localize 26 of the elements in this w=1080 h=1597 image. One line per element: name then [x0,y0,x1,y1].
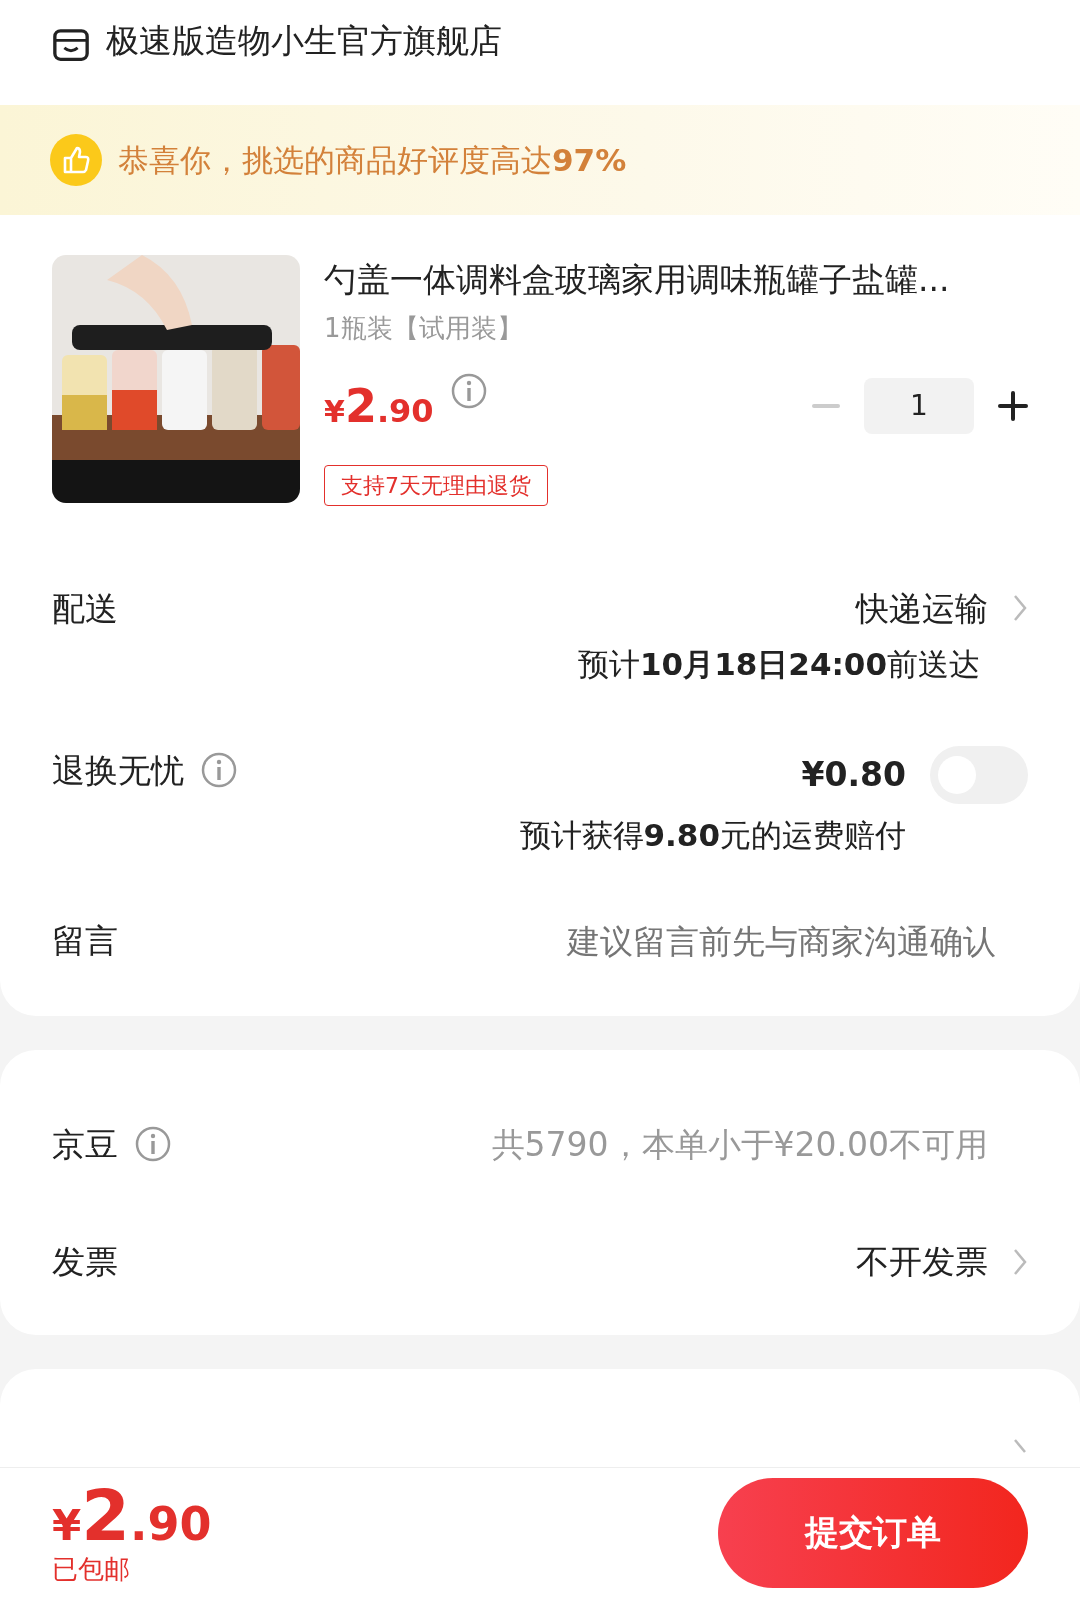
banner-text: 恭喜你，挑选的商品好评度高达97% [118,140,627,180]
price-text: ¥2.90 [52,1480,212,1554]
shipping-text: 已包邮 [52,1553,131,1585]
delivery-value[interactable]: 快递运输 [856,583,988,633]
product-title[interactable]: 勺盖一体调料盒玻璃家用调味瓶罐子盐罐... [324,255,1028,305]
delivery-note: 预计10月18日24:00前送达 [578,645,980,684]
row-label: 京豆 [52,1123,118,1166]
row-label: 退换无忧 [52,749,184,792]
fee-value: ¥0.80 [801,753,906,796]
message-label: 留言 [52,920,118,962]
minus-icon [812,404,840,408]
row-value: 共5790，本单小于¥20.00不可用 [491,1123,988,1166]
compensation-note: 预计获得9.80元的运费赔付 [519,815,906,855]
row-value[interactable]: 不开发票 [856,1237,988,1287]
thumbs-up-icon [50,134,102,186]
shop-name[interactable]: 极速版造物小生官方旗舰店 [106,15,502,65]
product-spec: 1瓶装【试用装】 [324,311,524,345]
price-text: ¥2.90 [324,377,434,435]
plus-icon [998,391,1028,421]
submit-button[interactable]: 提交订单 [718,1477,1028,1588]
quantity-field[interactable]: 1 [864,378,974,434]
info-icon [449,371,488,410]
row-label: 配送 [52,587,118,630]
row-label: 发票 [52,1241,118,1283]
message-field[interactable]: 建议留言前先与商家沟通确认 [438,916,998,968]
return-policy-tag: 支持7天无理由退货 [324,464,548,506]
